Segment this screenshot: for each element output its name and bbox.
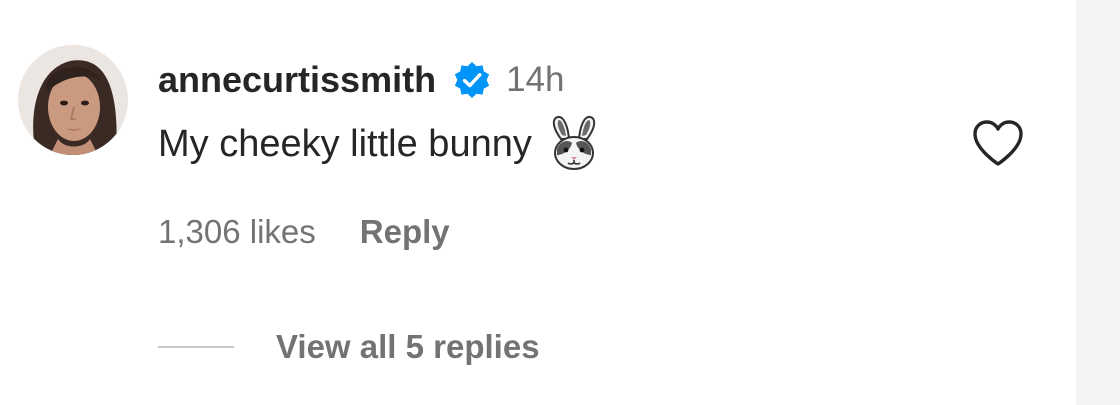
verified-badge-icon [452,60,492,100]
comment-view: annecurtissmith 14h My cheeky little bun… [0,0,1120,405]
replies-divider [158,346,234,348]
comment-text: My cheeky little bunny [158,122,532,165]
username-link[interactable]: annecurtissmith [158,59,436,101]
comment-body: My cheeky little bunny [158,115,600,173]
view-replies-row[interactable]: View all 5 replies [158,322,540,372]
avatar[interactable] [18,45,128,155]
scroll-gutter [1076,0,1120,405]
reply-button[interactable]: Reply [360,213,450,251]
like-button[interactable] [971,118,1025,168]
comment-timestamp[interactable]: 14h [506,60,564,100]
comment-meta: 1,306 likes Reply [158,208,450,256]
rabbit-face-emoji-icon [548,115,600,173]
heart-icon [973,120,1023,166]
likes-count[interactable]: 1,306 likes [158,213,316,251]
comment-header: annecurtissmith 14h [158,54,564,106]
view-replies-button[interactable]: View all 5 replies [276,328,540,366]
